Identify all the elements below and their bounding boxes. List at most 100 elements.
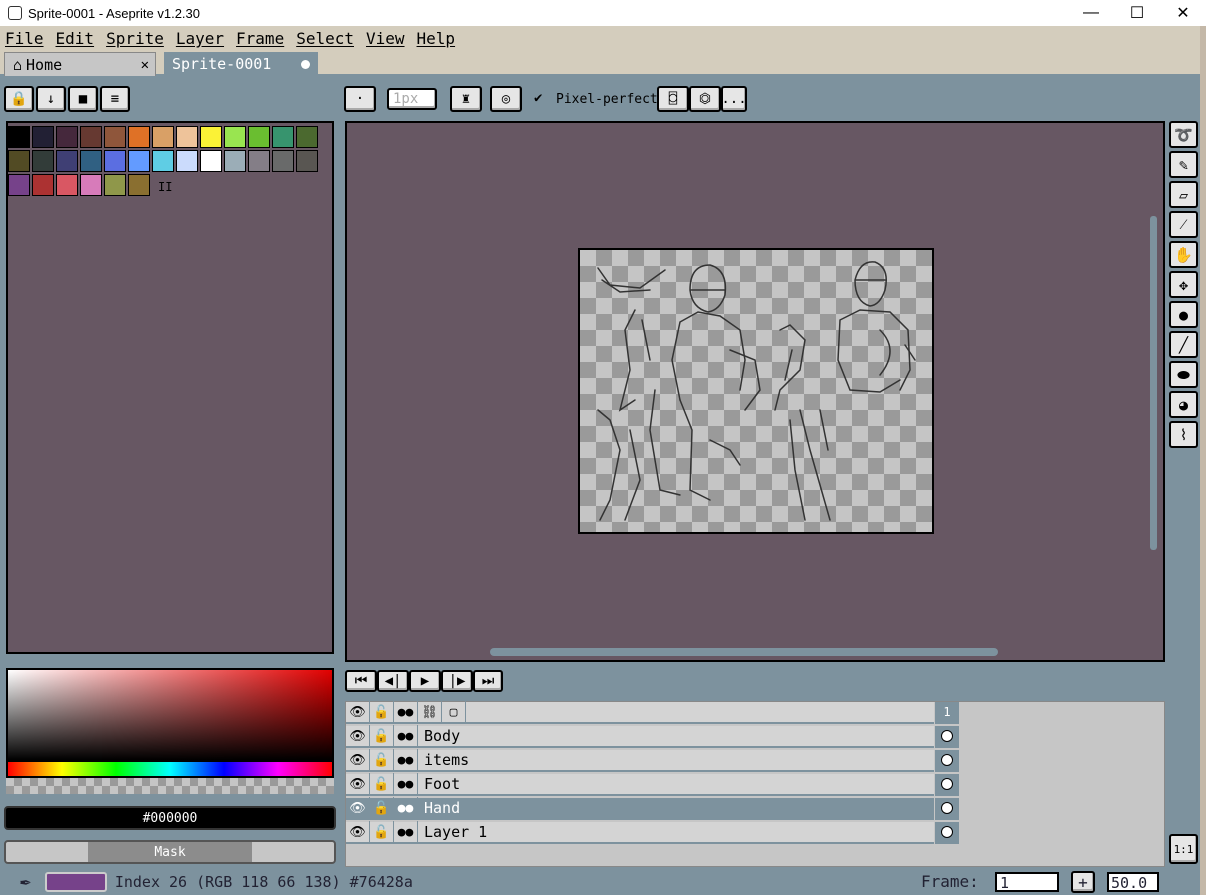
palette-swatch[interactable] [56, 126, 78, 148]
palette-swatch[interactable] [8, 126, 30, 148]
palette-swatch[interactable] [152, 126, 174, 148]
eyedropper-icon[interactable]: ⁄ [1169, 211, 1198, 238]
palette-swatch[interactable] [272, 126, 294, 148]
pencil-icon[interactable]: ✎ [1169, 151, 1198, 178]
menu-file[interactable]: File [0, 29, 51, 48]
eye-icon[interactable]: 👁 [346, 821, 370, 843]
palette-swatch[interactable] [128, 174, 150, 196]
brush-type-button[interactable]: · [344, 86, 376, 112]
palette-swatch[interactable] [80, 150, 102, 172]
palette-swatch[interactable] [128, 150, 150, 172]
lock-icon[interactable]: 🔓 [370, 773, 394, 795]
lock-icon[interactable]: 🔓 [370, 725, 394, 747]
menu-frame[interactable]: Frame [231, 29, 291, 48]
lock-icon[interactable]: 🔓 [370, 821, 394, 843]
brush-size-input[interactable]: 1px [387, 88, 437, 110]
tab-sprite[interactable]: Sprite-0001 [164, 52, 318, 76]
prev-frame-button[interactable]: ◀| [377, 670, 409, 692]
paint-bucket-icon[interactable]: ● [1169, 301, 1198, 328]
palette-options-button[interactable]: ≡ [100, 86, 130, 112]
layer-row[interactable]: 👁 🔓 ●● Foot [346, 773, 934, 796]
more-options-button[interactable]: ... [721, 86, 747, 112]
add-frame-button[interactable]: + [1071, 871, 1095, 893]
palette-swatch[interactable] [104, 126, 126, 148]
eye-icon[interactable]: 👁 [346, 773, 370, 795]
continuous-icon[interactable]: ●● [394, 773, 418, 795]
palette-swatch[interactable] [56, 174, 78, 196]
onion-skin-icon[interactable]: ▢ [442, 701, 466, 723]
palette-swatch[interactable] [272, 150, 294, 172]
menu-view[interactable]: View [361, 29, 412, 48]
lock-palette-button[interactable]: 🔒 [4, 86, 34, 112]
zoom-input[interactable]: 50.0 [1107, 872, 1159, 892]
palette-swatch[interactable] [224, 126, 246, 148]
ellipse-icon[interactable]: ⬬ [1169, 361, 1198, 388]
eye-icon[interactable]: 👁 [346, 701, 370, 723]
palette-swatch[interactable] [80, 174, 102, 196]
palette-swatch[interactable] [32, 126, 54, 148]
palette-swatch[interactable] [296, 126, 318, 148]
palette-swatch[interactable] [8, 150, 30, 172]
palette-swatch[interactable] [176, 126, 198, 148]
window-edge-scrollbar[interactable] [1200, 26, 1206, 895]
eraser-icon[interactable]: ▱ [1169, 181, 1198, 208]
layer-row[interactable]: 👁 🔓 ●● items [346, 749, 934, 772]
menu-edit[interactable]: Edit [51, 29, 102, 48]
layer-tree-icon[interactable]: ⛓ [418, 701, 442, 723]
contour-icon[interactable]: ◕ [1169, 391, 1198, 418]
alpha-slider[interactable] [6, 778, 334, 794]
cel-cell[interactable] [935, 822, 959, 844]
layer-row[interactable]: 👁 🔓 ●● Body [346, 725, 934, 748]
layer-row[interactable]: 👁 🔓 ●● Layer 1 [346, 821, 934, 844]
lasso-icon[interactable]: ➰ [1169, 121, 1198, 148]
palette-view-button[interactable]: ■ [68, 86, 98, 112]
continuous-icon[interactable]: ●● [394, 725, 418, 747]
palette-swatch[interactable] [224, 150, 246, 172]
canvas-vertical-scrollbar[interactable] [1150, 216, 1157, 550]
palette-swatch[interactable] [128, 126, 150, 148]
lock-icon[interactable]: 🔓 [370, 701, 394, 723]
menu-layer[interactable]: Layer [171, 29, 231, 48]
mirror-button[interactable]: ⏣ [689, 86, 721, 112]
first-frame-button[interactable]: ⏮ [345, 670, 377, 692]
hue-slider[interactable] [6, 762, 334, 778]
cel-cell[interactable] [935, 750, 959, 772]
sampling-button[interactable]: ◎ [490, 86, 522, 112]
palette-swatch[interactable] [152, 150, 174, 172]
frame-number-input[interactable]: 1 [995, 872, 1059, 892]
close-icon[interactable]: ✕ [141, 57, 149, 73]
palette-swatch[interactable] [104, 150, 126, 172]
palette-swatch[interactable] [176, 150, 198, 172]
cel-cell[interactable] [935, 774, 959, 796]
menu-select[interactable]: Select [291, 29, 361, 48]
frame-header-1[interactable]: 1 [935, 702, 959, 724]
palette-swatch[interactable] [104, 174, 126, 196]
lock-icon[interactable]: 🔓 [370, 749, 394, 771]
last-frame-button[interactable]: ⏭ [473, 670, 503, 692]
mask-color-bar[interactable]: Mask [4, 840, 336, 864]
maximize-button[interactable]: ☐ [1114, 0, 1160, 26]
eye-icon[interactable]: 👁 [346, 725, 370, 747]
palette-swatch[interactable] [248, 126, 270, 148]
move-icon[interactable]: ✥ [1169, 271, 1198, 298]
tab-home[interactable]: ⌂ Home ✕ [4, 52, 156, 76]
eye-icon[interactable]: 👁 [346, 797, 370, 819]
hand-icon[interactable]: ✋ [1169, 241, 1198, 268]
palette-swatch[interactable] [8, 174, 30, 196]
palette-swatch[interactable] [80, 126, 102, 148]
zoom-one-to-one-button[interactable]: 1:1 [1169, 834, 1198, 864]
hex-color-bar[interactable]: #000000 [4, 806, 336, 830]
color-spectrum-picker[interactable] [6, 668, 334, 762]
minimize-button[interactable]: — [1068, 0, 1114, 26]
lock-icon[interactable]: 🔓 [370, 797, 394, 819]
palette-swatch[interactable] [248, 150, 270, 172]
blur-icon[interactable]: ⌇ [1169, 421, 1198, 448]
menu-help[interactable]: Help [412, 29, 463, 48]
palette-swatch[interactable] [200, 126, 222, 148]
palette-swatch[interactable] [56, 150, 78, 172]
palette-swatch[interactable] [296, 150, 318, 172]
cel-cell[interactable] [935, 798, 959, 820]
layer-row[interactable]: 👁 🔓 ●● Hand [346, 797, 934, 820]
sort-palette-button[interactable]: ↓ [36, 86, 66, 112]
cel-cell[interactable] [935, 726, 959, 748]
